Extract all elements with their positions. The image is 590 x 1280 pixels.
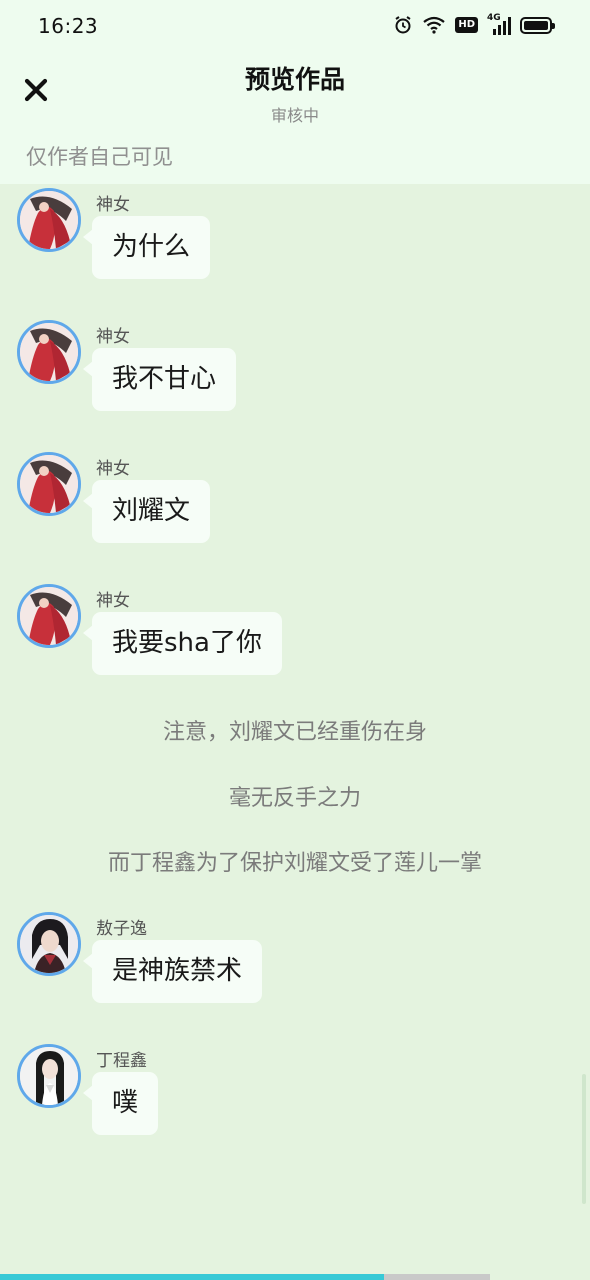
message-bubble[interactable]: 我要sha了你: [83, 612, 282, 675]
nav-bar: 预览作品 审核中: [0, 52, 590, 130]
narration-line: 注意，刘耀文已经重伤在身: [162, 720, 427, 745]
sender-name: 神女: [96, 327, 130, 347]
top-area: 16:23 HD 4G 预览作品 审核中 仅作者自己可见: [0, 0, 590, 184]
avatar[interactable]: [17, 320, 81, 384]
review-status: 审核中: [270, 106, 319, 125]
visibility-note: 仅作者自己可见: [26, 145, 173, 169]
4g-signal-icon: 4G: [487, 13, 511, 35]
message-bubble[interactable]: 刘耀文: [82, 480, 211, 543]
avatar[interactable]: [17, 1044, 81, 1108]
sender-name: 神女: [96, 459, 130, 479]
title-group: 预览作品 审核中: [0, 60, 590, 126]
message-bubble[interactable]: 噗: [82, 1072, 159, 1135]
status-icons: HD 4G: [393, 13, 555, 35]
status-bar: 16:23 HD 4G: [0, 0, 590, 52]
avatar[interactable]: [17, 584, 81, 648]
progress-fill: [0, 1274, 384, 1280]
message-bubble[interactable]: 我不甘心: [82, 348, 237, 411]
page-title: 预览作品: [244, 65, 345, 94]
avatar[interactable]: [17, 452, 81, 516]
narration-line: 毫无反手之力: [228, 786, 361, 811]
chat-preview-screen: 16:23 HD 4G 预览作品 审核中 仅作者自己可见 神女 为什么 神女 我…: [0, 0, 590, 1280]
message-bubble[interactable]: 为什么: [82, 216, 211, 279]
hd-icon: HD: [455, 17, 478, 33]
wifi-icon: [422, 16, 446, 34]
message-bubble[interactable]: 是神族禁术: [82, 940, 263, 1003]
reading-progress-bar: [0, 1274, 590, 1280]
avatar[interactable]: [17, 188, 81, 252]
chat-list[interactable]: 神女 为什么 神女 我不甘心 神女 刘耀文 神女 我要sha了你 注意，刘耀文已…: [0, 184, 590, 1264]
sender-name: 神女: [96, 591, 130, 611]
avatar[interactable]: [17, 912, 81, 976]
status-time: 16:23: [38, 14, 99, 38]
narration-line: 而丁程鑫为了保护刘耀文受了莲儿一掌: [107, 851, 482, 876]
sender-name: 敖子逸: [96, 919, 147, 939]
scrollbar[interactable]: [582, 1074, 586, 1204]
sender-name: 神女: [96, 195, 130, 215]
battery-icon: [520, 16, 555, 34]
sender-name: 丁程鑫: [96, 1051, 147, 1071]
alarm-icon: [393, 15, 413, 35]
